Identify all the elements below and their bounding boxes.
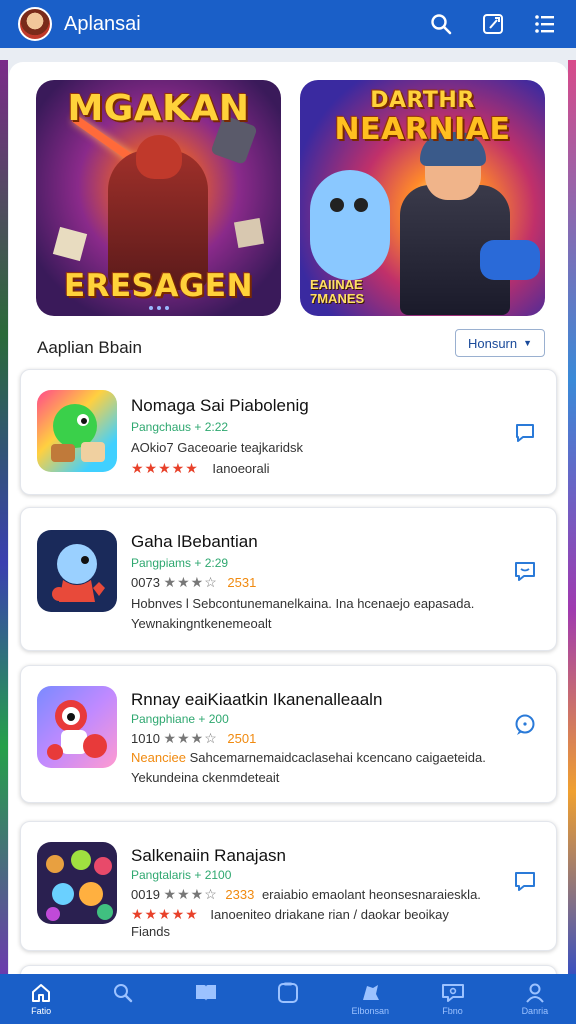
description-text: eraiabio emaolant heonsesnaraieskla. <box>261 887 481 902</box>
menu-icon[interactable] <box>530 9 560 39</box>
star-empty: ☆ <box>204 730 218 746</box>
description-text: Sahcemarnemaidcaclasehai kcencano caigae… <box>189 750 486 765</box>
app-description: Hobnves l Sebcontunemanelkaina. Ina hcen… <box>131 596 475 611</box>
gamepad-art <box>480 240 540 280</box>
chat-icon <box>441 984 464 1002</box>
rating-row: ★★★★★ Ianoeorali <box>131 460 506 477</box>
robot-character-art <box>310 170 390 280</box>
featured-banner-2[interactable]: DARTHR NEARNIAE EAIINAE 7MANES <box>300 80 545 316</box>
nav-library[interactable] <box>165 974 247 1024</box>
rating-row: 0073 ★★★☆ 2531 <box>131 574 506 591</box>
app-title: Aplansai <box>64 12 141 35</box>
nav-chat[interactable]: Fbno <box>411 974 493 1024</box>
rating-number: 0019 <box>131 887 160 902</box>
app-thumbnail <box>37 390 117 472</box>
app-thumbnail <box>37 842 117 924</box>
app-thumbnail <box>37 530 117 612</box>
gamepad-icon <box>363 985 380 1000</box>
section-title: Aaplian Bbain <box>37 338 142 357</box>
robot-eyes-art <box>330 198 344 212</box>
bottom-navigation: Fatio Elbonsan Fbno Danria <box>0 974 576 1024</box>
rating-row: 0019 ★★★☆ 2333 eraiabio emaolant heonses… <box>131 886 506 903</box>
banner-sub-line2: 7MANES <box>310 291 365 306</box>
star-rating: ★★★★★ <box>131 906 199 922</box>
main-content: MGAKAN ERESAGEN DARTHR NEARNIAE EAIINAE … <box>9 62 568 974</box>
chat-icon[interactable] <box>512 868 538 894</box>
app-description-2: Yewnakingntkenemeoalt <box>131 616 272 631</box>
description-text-2: Ianoeniteo driakane rian / daokar beoika… <box>210 907 449 922</box>
top-app-bar: Aplansai <box>0 0 576 48</box>
home-icon <box>32 984 51 1002</box>
background-strip-left <box>0 60 8 975</box>
app-description-3: Fiands <box>131 924 171 939</box>
review-count: 2333 <box>225 887 255 902</box>
nav-label: Fatio <box>31 1006 52 1016</box>
sort-label: Honsurn <box>467 335 518 351</box>
rating-row: 1010 ★★★☆ 2501 <box>131 730 506 747</box>
review-count: 2531 <box>227 575 257 590</box>
nav-apps[interactable] <box>247 974 329 1024</box>
nav-label: Elbonsan <box>351 1006 390 1016</box>
app-name: Salkenaiin Ranajasn <box>131 846 286 865</box>
app-meta: Pangchaus + 2:22 <box>131 420 229 434</box>
list-item[interactable]: Nomaga Sai Piabolenig Pangchaus + 2:22 A… <box>20 369 557 495</box>
list-item[interactable]: Rnnay eaiKiaatkin Ikanenalleaaln Pangphi… <box>20 665 557 803</box>
edit-icon[interactable] <box>478 9 508 39</box>
app-name: Rnnay eaiKiaatkin Ikanenalleaaln <box>131 690 383 709</box>
caret-down-icon: ▼ <box>523 338 533 348</box>
rating-caption: Ianoeorali <box>212 461 270 476</box>
rating-row-2: ★★★★★ Ianoeniteo driakane rian / daokar … <box>131 906 506 923</box>
review-count: 2501 <box>227 731 257 746</box>
list-item[interactable]: Gaha lBebantian Pangpiams + 2:29 0073 ★★… <box>20 507 557 651</box>
square-icon <box>277 982 298 1003</box>
category-tag: Neanciee <box>131 750 186 765</box>
star-empty: ☆ <box>204 886 218 902</box>
banner-title: DARTHR <box>370 88 475 113</box>
app-meta: Pangpiams + 2:29 <box>131 556 229 570</box>
nav-home[interactable]: Fatio <box>0 974 82 1024</box>
nav-games[interactable]: Elbonsan <box>329 974 411 1024</box>
star-rating: ★★★ <box>163 574 205 590</box>
nav-label: Fbno <box>442 1006 463 1016</box>
app-description-2: Yekundeina ckenmdeteait <box>131 770 280 785</box>
app-description: AOkio7 Gaceoarie teajkaridsk <box>131 440 303 455</box>
star-rating: ★★★ <box>163 886 205 902</box>
rating-number: 0073 <box>131 575 160 590</box>
star-rating: ★★★★★ <box>131 460 199 476</box>
app-meta: Pangtalaris + 2100 <box>131 868 232 882</box>
book-icon <box>195 985 216 1001</box>
nav-label: Danria <box>521 1006 549 1016</box>
featured-banner-1[interactable]: MGAKAN ERESAGEN <box>36 80 281 316</box>
chat-more-icon[interactable] <box>512 712 538 738</box>
list-item[interactable] <box>20 965 557 974</box>
profile-icon <box>526 983 544 1003</box>
app-name: Gaha lBebantian <box>131 532 258 551</box>
banner-title-2: NEARNIAE <box>334 112 511 147</box>
chat-bubble-icon[interactable] <box>512 558 538 584</box>
banner-sub-line1: EAIINAE <box>310 277 363 292</box>
banner-subtitle: EAIINAE 7MANES <box>310 278 364 306</box>
background-strip-right <box>568 60 576 975</box>
search-icon[interactable] <box>426 9 456 39</box>
dice-art <box>52 226 88 262</box>
star-empty: ☆ <box>204 574 218 590</box>
chat-icon[interactable] <box>512 420 538 446</box>
search-icon <box>114 984 133 1003</box>
sort-dropdown[interactable]: Honsurn ▼ <box>455 329 545 357</box>
app-name: Nomaga Sai Piabolenig <box>131 396 309 415</box>
list-item[interactable]: Salkenaiin Ranajasn Pangtalaris + 2100 0… <box>20 821 557 951</box>
app-meta: Pangphiane + 200 <box>131 712 229 726</box>
nav-search[interactable] <box>82 974 164 1024</box>
avatar[interactable] <box>18 7 52 41</box>
warrior-head-art <box>136 135 182 179</box>
carousel-dots[interactable] <box>148 306 169 310</box>
banner-subtitle: ERESAGEN <box>63 268 254 304</box>
app-description: Neanciee Sahcemarnemaidcaclasehai kcenca… <box>131 750 506 765</box>
rating-number: 1010 <box>131 731 160 746</box>
banner-title: MGAKAN <box>67 88 250 129</box>
dice-art <box>233 217 265 249</box>
star-rating: ★★★ <box>163 730 205 746</box>
app-thumbnail <box>37 686 117 768</box>
nav-profile[interactable]: Danria <box>494 974 576 1024</box>
